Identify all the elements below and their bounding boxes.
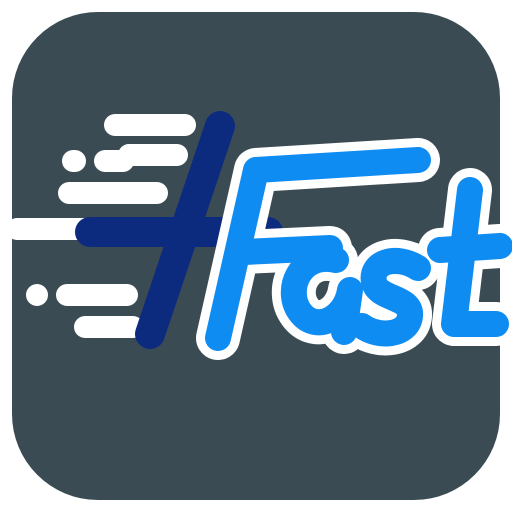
fast-logo [6, 111, 512, 360]
fast-letters [196, 138, 512, 360]
